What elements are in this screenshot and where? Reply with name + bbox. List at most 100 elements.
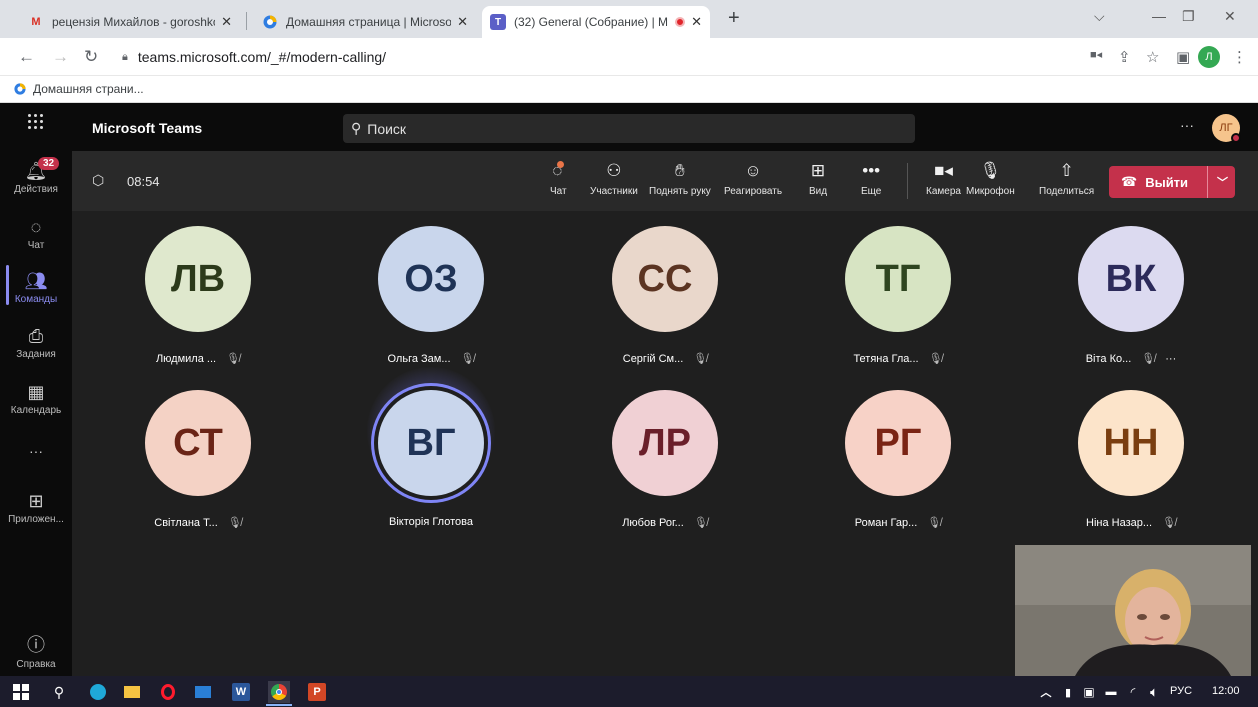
close-tab-icon[interactable]: ✕ (457, 14, 468, 30)
rail-item-assignments[interactable]: ⎙ Задания (0, 326, 72, 360)
new-tab-button[interactable]: + (728, 7, 740, 30)
mic-muted-icon: 🎙︎̸ (226, 353, 241, 365)
participant-tile[interactable]: СС Сергій См... 🎙︎̸ (590, 226, 740, 365)
edge-icon[interactable] (87, 681, 109, 703)
microsoft-icon (14, 83, 26, 95)
participant-tile[interactable]: ВК Віта Ко... 🎙︎̸ ··· (1056, 226, 1206, 365)
opera-icon[interactable] (157, 681, 179, 703)
participant-more-icon[interactable]: ··· (1165, 353, 1176, 365)
menu-icon[interactable]: ⋮ (1232, 48, 1247, 66)
participant-avatar: ОЗ (378, 226, 484, 332)
network-adapter-icon[interactable]: ▣ (1078, 681, 1100, 703)
volume-icon[interactable]: 🔈︎ (1143, 681, 1165, 703)
participant-tile[interactable]: НН Ніна Назар... 🎙︎̸ (1056, 390, 1206, 529)
url-field[interactable]: 🔒︎ teams.microsoft.com/_#/modern-calling… (114, 43, 974, 71)
leave-button[interactable]: ☎︎ Выйти ﹀ (1109, 166, 1235, 198)
participant-name: Любов Рог... (622, 516, 684, 529)
usb-icon[interactable]: ▮ (1057, 681, 1079, 703)
profile-avatar[interactable]: Л (1198, 46, 1220, 68)
forward-icon[interactable]: → (52, 47, 69, 67)
rail-item-activity[interactable]: 🔔︎ Действия 32 (0, 157, 72, 195)
participant-tile[interactable]: ЛР Любов Рог... 🎙︎̸ (590, 390, 740, 529)
sidepanel-icon[interactable]: ▣ (1176, 48, 1190, 66)
chat-icon: ◌ (552, 161, 565, 180)
participant-initials: ОЗ (404, 257, 458, 300)
user-avatar[interactable]: ЛГ (1212, 114, 1241, 143)
chrome-icon[interactable] (268, 681, 290, 703)
chat-button[interactable]: ◌ Чат (550, 161, 567, 197)
battery-icon[interactable]: ▬ (1100, 681, 1122, 703)
shield-icon: ⬡ (92, 172, 105, 188)
participant-tile[interactable]: ЛВ Людмила ... 🎙︎̸ (123, 226, 273, 365)
gmail-icon: M (31, 16, 41, 28)
camera-icon[interactable]: ■◂ (1090, 48, 1102, 61)
word-icon[interactable]: W (232, 683, 250, 701)
tray-chevron-icon[interactable]: ︿ (1035, 681, 1057, 703)
participant-avatar: ВК (1078, 226, 1184, 332)
back-icon[interactable]: ← (18, 47, 35, 67)
star-icon[interactable]: ☆ (1146, 48, 1159, 66)
browser-tab-gmail[interactable]: M рецензія Михайлов - goroshkov ✕ (20, 6, 240, 38)
wifi-icon[interactable]: ◜ (1122, 681, 1144, 703)
participant-initials: НН (1103, 421, 1159, 464)
participant-tile[interactable]: ТГ Тетяна Гла... 🎙︎̸ (823, 226, 973, 365)
tab-search-icon[interactable]: ⌵ (1094, 8, 1105, 25)
bell-icon: 🔔︎ (24, 161, 48, 181)
search-input[interactable]: ⚲ Поиск (343, 114, 915, 143)
windows-start-icon[interactable] (10, 681, 32, 703)
participants-button[interactable]: ⚇ Участники (590, 161, 638, 197)
rail-item-teams[interactable]: 👥︎ Команды (0, 271, 72, 305)
browser-tab-teams[interactable]: T (32) General (Собрание) | M ✕ (482, 6, 710, 38)
search-icon[interactable]: ⚲ (48, 681, 70, 703)
close-tab-icon[interactable]: ✕ (691, 14, 702, 30)
control-label: Участники (590, 186, 638, 197)
participant-tile[interactable]: РГ Роман Гар... 🎙︎̸ (823, 390, 973, 529)
minimize-button[interactable]: — (1152, 8, 1166, 24)
camera-button[interactable]: ■◂ Камера (926, 161, 961, 197)
settings-more-icon[interactable]: ··· (1180, 117, 1194, 133)
self-video-preview[interactable] (1015, 545, 1251, 676)
mail-icon[interactable] (192, 681, 214, 703)
rail-item-apps[interactable]: ⊞ Приложен... (0, 491, 72, 525)
close-tab-icon[interactable]: ✕ (221, 14, 232, 30)
participant-tile[interactable]: ОЗ Ольга Зам... 🎙︎̸ (356, 226, 506, 365)
chevron-down-icon[interactable]: ﹀ (1217, 174, 1228, 190)
mic-muted-icon: 🎙︎̸ (227, 517, 242, 529)
rail-item-more[interactable]: ··· (0, 443, 72, 461)
raise-hand-button[interactable]: ✋︎ Поднять руку (649, 161, 711, 197)
share-button[interactable]: ⇧ Поделиться (1039, 161, 1094, 197)
app-launcher-icon[interactable] (28, 114, 44, 130)
react-button[interactable]: ☺ Реагировать (724, 161, 782, 197)
participant-name: Світлана Т... (154, 516, 218, 529)
share-icon[interactable]: ⇪ (1118, 48, 1131, 66)
participant-tile[interactable]: СТ Світлана Т... 🎙︎̸ (123, 390, 273, 529)
restore-button[interactable]: ❐ (1182, 8, 1195, 25)
browser-tab-microsoft[interactable]: Домашняя страница | Microsoft ✕ (254, 6, 476, 38)
people-icon: ⚇ (606, 161, 622, 180)
view-button[interactable]: ⊞ Вид (809, 161, 827, 197)
participant-name: Віта Ко... (1085, 352, 1132, 365)
close-window-button[interactable]: ✕ (1224, 8, 1236, 25)
rail-item-calendar[interactable]: ▦ Календарь (0, 382, 72, 416)
participant-initials: СТ (173, 421, 223, 464)
input-language[interactable]: РУС (1170, 685, 1192, 697)
control-label: Чат (550, 186, 567, 197)
meeting-toolbar: ⬡ 08:54 ◌ Чат ⚇ Участники ✋︎ Поднять рук… (72, 151, 1258, 211)
rail-label: Действия (14, 184, 58, 195)
participant-name: Роман Гар... (854, 516, 918, 529)
participant-name: Людмила ... (155, 352, 217, 365)
reload-icon[interactable]: ↻ (84, 47, 98, 67)
participant-initials: СС (637, 257, 693, 300)
participant-initials: РГ (874, 421, 922, 464)
mic-muted-icon: 🎙︎̸ (1162, 517, 1176, 529)
clock[interactable]: 12:00 (1212, 685, 1240, 697)
participant-tile-speaking[interactable]: ВГ Вікторія Глотова (356, 367, 506, 528)
bookmark-item[interactable]: Домашняя страни... (14, 82, 144, 96)
more-actions-button[interactable]: ••• Еще (861, 161, 881, 197)
rail-item-chat[interactable]: ◌ Чат (0, 217, 72, 251)
powerpoint-icon[interactable]: P (308, 683, 326, 701)
rail-item-help[interactable]: ⓘ Справка (0, 631, 72, 670)
rail-label: Задания (16, 349, 56, 360)
microphone-button[interactable]: 🎙︎ Микрофон (966, 161, 1015, 197)
file-explorer-icon[interactable] (121, 681, 143, 703)
